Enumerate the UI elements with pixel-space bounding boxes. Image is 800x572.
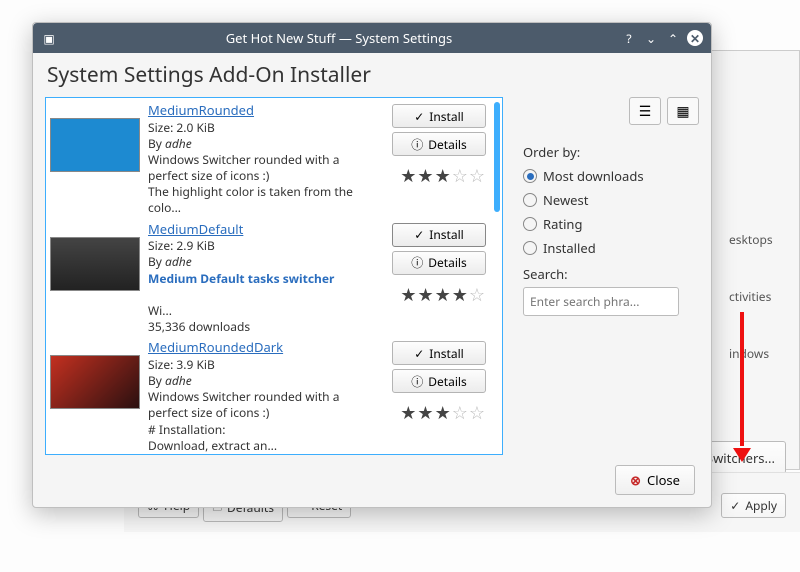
- order-option[interactable]: Installed: [523, 239, 699, 257]
- install-button[interactable]: ✓ Install: [392, 341, 486, 365]
- close-x-icon: ⊗: [630, 471, 641, 489]
- install-button[interactable]: ✓ Install: [392, 104, 486, 128]
- addon-author: By adhe: [148, 372, 192, 389]
- check-icon: ✓: [414, 345, 424, 362]
- scrollbar-thumb[interactable]: [494, 102, 500, 212]
- order-option-label: Installed: [543, 239, 596, 257]
- addon-desc: Download, extract an...: [148, 437, 277, 454]
- close-button[interactable]: ⊗ Close: [615, 465, 695, 495]
- author-name: adhe: [165, 372, 192, 389]
- titlebar: ▣ Get Hot New Stuff — System Settings ? …: [33, 23, 711, 53]
- install-label: Install: [429, 226, 464, 243]
- orderby-label: Order by:: [523, 143, 699, 161]
- addon-row: MediumRoundedDark Size: 3.9 KiB By adhe …: [50, 337, 486, 454]
- order-option[interactable]: Rating: [523, 215, 699, 233]
- radio-icon: [523, 193, 537, 207]
- app-menu-icon[interactable]: ▣: [41, 30, 57, 46]
- order-option-label: Newest: [543, 191, 588, 209]
- addon-thumbnail: [50, 118, 140, 172]
- addon-row: MediumRounded Size: 2.0 KiB By adhe Wind…: [50, 100, 486, 219]
- order-option-label: Most downloads: [543, 167, 644, 185]
- addon-title-link[interactable]: MediumRounded: [148, 101, 254, 119]
- close-icon[interactable]: ✕: [687, 30, 703, 46]
- addon-author: By adhe: [148, 135, 192, 152]
- search-input[interactable]: [523, 287, 679, 316]
- apply-button[interactable]: ✓ Apply: [721, 493, 786, 518]
- author-name: adhe: [165, 253, 192, 270]
- addon-downloads: 35,336 downloads: [148, 318, 250, 335]
- info-icon: ⓘ: [411, 373, 423, 390]
- rating-stars: ★★★☆☆: [400, 164, 486, 188]
- addon-desc: # Installation:: [148, 421, 225, 438]
- check-icon: ✓: [730, 497, 740, 514]
- check-icon: ✓: [414, 108, 424, 125]
- scrollbar[interactable]: [494, 102, 500, 450]
- side-controls: ☰ ▦ Order by: Most downloads Newest Rati…: [523, 97, 699, 455]
- addon-desc: Windows Switcher rounded with a perfect …: [148, 151, 339, 184]
- details-button[interactable]: ⓘ Details: [392, 132, 486, 156]
- minimize-icon[interactable]: ⌄: [643, 30, 659, 46]
- check-icon: ✓: [414, 226, 424, 243]
- details-label: Details: [428, 373, 467, 390]
- rating-stars: ★★★☆☆: [400, 401, 486, 425]
- install-button[interactable]: ✓ Install: [392, 223, 486, 247]
- annotation-arrow-getnew: [740, 312, 744, 446]
- addon-size: Size: 2.9 KiB: [148, 237, 215, 254]
- addon-size: Size: 2.0 KiB: [148, 119, 215, 136]
- order-option[interactable]: Most downloads: [523, 167, 699, 185]
- info-icon: ⓘ: [411, 136, 423, 153]
- rating-stars: ★★★★☆: [400, 283, 486, 307]
- addon-desc: Windows Switcher rounded with a perfect …: [148, 388, 339, 421]
- details-button[interactable]: ⓘ Details: [392, 251, 486, 275]
- details-button[interactable]: ⓘ Details: [392, 369, 486, 393]
- radio-icon: [523, 169, 537, 183]
- addon-row: MediumDefault Size: 2.9 KiB By adhe Medi…: [50, 219, 486, 338]
- dialog-heading: System Settings Add-On Installer: [47, 61, 699, 89]
- details-label: Details: [428, 136, 467, 153]
- radio-icon: [523, 217, 537, 231]
- order-option[interactable]: Newest: [523, 191, 699, 209]
- install-label: Install: [429, 108, 464, 125]
- addon-desc: Wi...: [148, 302, 172, 319]
- addon-list: MediumRounded Size: 2.0 KiB By adhe Wind…: [45, 97, 503, 455]
- search-label: Search:: [523, 265, 699, 283]
- order-option-label: Rating: [543, 215, 582, 233]
- addon-title-link[interactable]: MediumRoundedDark: [148, 338, 283, 356]
- apply-label: Apply: [745, 497, 777, 514]
- addon-size: Size: 3.9 KiB: [148, 356, 215, 373]
- details-label: Details: [428, 254, 467, 271]
- maximize-icon[interactable]: ⌃: [665, 30, 681, 46]
- addon-desc: Medium Default tasks switcher: [148, 270, 334, 287]
- addon-author: By adhe: [148, 253, 192, 270]
- install-label: Install: [429, 345, 464, 362]
- bg-item: ctivities: [729, 288, 799, 305]
- close-label: Close: [647, 471, 680, 489]
- addon-thumbnail: [50, 237, 140, 291]
- addon-desc: The highlight color is taken from the co…: [148, 183, 353, 216]
- radio-icon: [523, 241, 537, 255]
- addon-installer-dialog: ▣ Get Hot New Stuff — System Settings ? …: [32, 22, 712, 508]
- addon-title-link[interactable]: MediumDefault: [148, 220, 243, 238]
- addon-thumbnail: [50, 355, 140, 409]
- info-icon: ⓘ: [411, 254, 423, 271]
- window-title: Get Hot New Stuff — System Settings: [57, 29, 621, 47]
- view-list-button[interactable]: ☰: [629, 97, 661, 125]
- view-grid-button[interactable]: ▦: [667, 97, 699, 125]
- bg-item: esktops: [729, 231, 799, 248]
- whatsthis-icon[interactable]: ?: [621, 30, 637, 46]
- author-name: adhe: [165, 135, 192, 152]
